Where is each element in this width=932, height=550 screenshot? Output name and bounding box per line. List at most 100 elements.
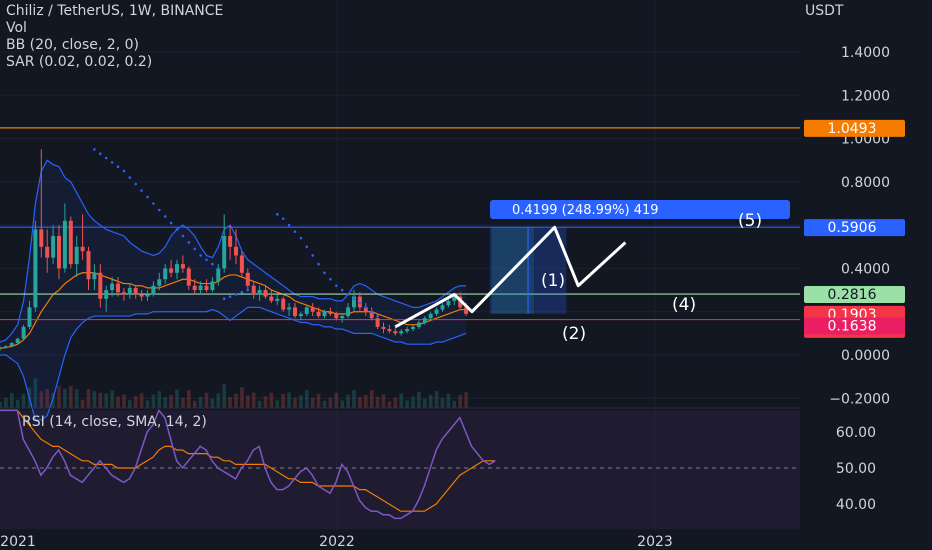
candle-body: [381, 326, 386, 330]
chart-canvas[interactable]: 0.4199 (248.99%) 419 (1) (2) (4) (5) 2021 2022…: [0, 0, 932, 550]
candle-body: [310, 307, 315, 312]
sar-dot: [293, 230, 297, 233]
sar-dot: [370, 310, 374, 314]
candle-body: [416, 322, 421, 327]
sar-dot: [128, 176, 132, 179]
volume-bar: [364, 394, 368, 408]
candle-body: [163, 268, 168, 280]
candle-body: [62, 220, 67, 269]
candle-body: [346, 307, 351, 317]
sar-dot: [352, 297, 356, 301]
price-tag-red: 0.1638: [828, 319, 877, 335]
sar-dot: [175, 228, 179, 231]
price-axis-tick: 1.4000: [841, 45, 890, 61]
sar-dot: [99, 152, 102, 156]
volume-bar: [287, 392, 291, 408]
volume-bar: [446, 393, 451, 408]
candle-body: [216, 268, 221, 282]
candle-body: [180, 264, 185, 269]
volume-bar: [151, 394, 156, 408]
candle-body: [334, 313, 339, 319]
volume-bar: [157, 391, 162, 408]
price-axis-tick: 0.4000: [841, 261, 890, 277]
sar-dot: [317, 262, 320, 266]
legend-bb[interactable]: BB (20, close, 2, 0): [6, 37, 223, 54]
candle-body: [192, 285, 197, 291]
volume-bar: [275, 400, 280, 408]
candle-body: [86, 251, 91, 280]
sar-dot: [116, 165, 120, 169]
candle-body: [15, 338, 20, 344]
volume-bar: [428, 394, 433, 408]
volume-bar: [98, 392, 103, 408]
candle-body: [263, 290, 268, 297]
candle-body: [145, 294, 150, 297]
sar-dot: [146, 195, 149, 199]
volume-bar: [0, 401, 2, 408]
rsi-legend[interactable]: RSI (14, close, SMA, 14, 2): [22, 414, 207, 430]
volume-bar: [187, 390, 191, 408]
candle-body: [234, 246, 238, 256]
candle-body: [198, 285, 203, 291]
legend-sar[interactable]: SAR (0.02, 0.02, 0.2): [6, 54, 223, 71]
sar-dot: [93, 148, 96, 151]
volume-bar: [133, 396, 138, 408]
volume-bar: [299, 395, 303, 408]
candle-body: [51, 235, 56, 258]
sar-dot: [193, 247, 196, 251]
volume-bar: [181, 397, 185, 408]
price-tag-blue: 0.5906: [828, 220, 877, 236]
sar-dot: [234, 293, 238, 296]
volume-bar: [263, 396, 268, 408]
sar-dot: [169, 221, 173, 225]
price-axis-tick: −0.2000: [829, 391, 890, 407]
candle-body: [434, 309, 439, 314]
volume-bar: [251, 392, 256, 408]
volume-bar: [216, 393, 221, 408]
volume-bar: [375, 396, 380, 408]
price-tag-green: 0.2816: [828, 287, 877, 303]
candle-body: [316, 311, 321, 317]
volume-bar: [316, 393, 321, 408]
candle-body: [104, 290, 109, 299]
candle-body: [340, 316, 345, 319]
candle-body: [375, 318, 380, 327]
time-axis-background: [0, 530, 932, 550]
candle-body: [186, 268, 191, 286]
sar-dot: [205, 258, 208, 262]
candle-body: [422, 318, 427, 323]
sar-dot: [152, 202, 155, 205]
sar-dot: [110, 161, 114, 164]
candle-body: [33, 229, 38, 308]
volume-bar: [405, 400, 409, 408]
volume-bar: [163, 397, 167, 408]
candle-body: [399, 331, 404, 334]
sar-dot: [299, 236, 303, 240]
volume-bar: [352, 390, 356, 408]
candle-body: [74, 246, 79, 265]
volume-bar: [246, 395, 250, 408]
legend-vol[interactable]: Vol: [6, 20, 223, 37]
volume-bar: [139, 393, 144, 408]
candle-body: [446, 300, 451, 306]
legend-symbol-title[interactable]: Chiliz / TetherUS, 1W, BINANCE: [6, 3, 223, 20]
volume-bar: [228, 397, 232, 408]
volume-bar: [434, 390, 439, 408]
time-axis-label: 2022: [319, 534, 355, 550]
price-axis-unit: USDT: [805, 3, 844, 19]
volume-bar: [145, 400, 150, 408]
candle-body: [204, 285, 209, 291]
volume-bar: [358, 397, 362, 408]
sar-dot: [311, 254, 315, 257]
volume-bar: [74, 389, 79, 408]
sar-dot: [281, 217, 285, 220]
sar-dot: [222, 297, 226, 301]
volume-bar: [116, 396, 120, 408]
candle-body: [239, 255, 244, 273]
rsi-axis-tick: 50.00: [836, 461, 876, 477]
volume-bar: [80, 399, 85, 408]
candle-body: [169, 268, 174, 273]
sar-dot: [163, 215, 167, 218]
candle-body: [287, 307, 292, 310]
candle-body: [228, 235, 233, 247]
